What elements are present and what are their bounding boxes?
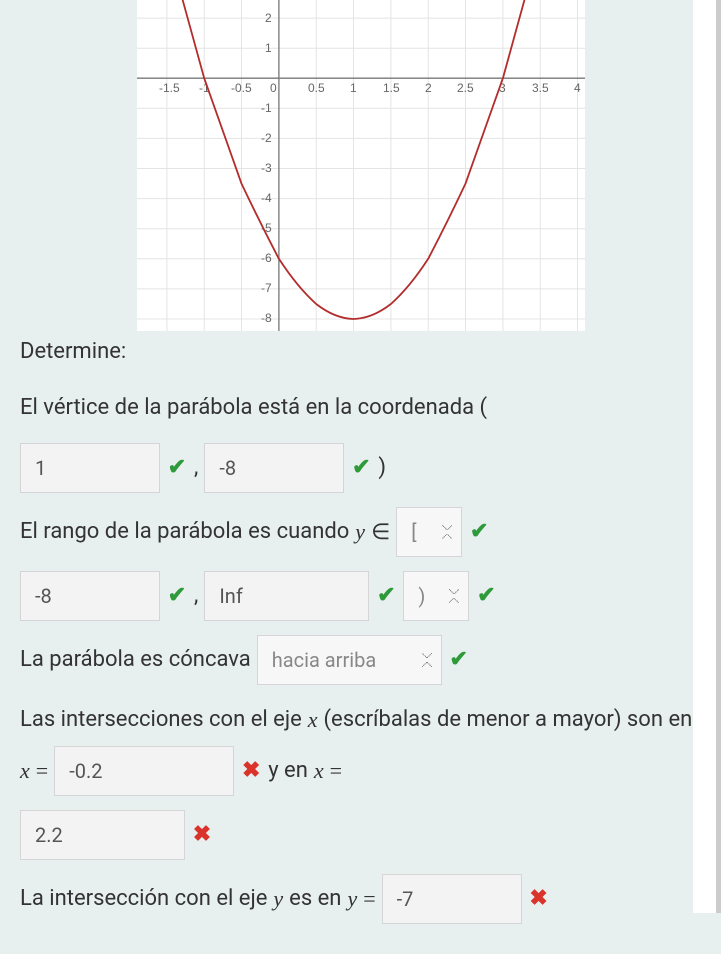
svg-text:2.5: 2.5	[457, 81, 474, 95]
svg-text:4: 4	[574, 81, 581, 95]
svg-text:0.5: 0.5	[308, 81, 325, 95]
xint1-input[interactable]	[54, 746, 234, 796]
determine-heading: Determine:	[20, 331, 701, 373]
xints-text-a: Las intersecciones con el eje	[20, 699, 302, 741]
yint-text2: es en	[289, 878, 341, 920]
range-text: El rango de la parábola es cuando	[20, 511, 349, 553]
svg-text:-6: -6	[261, 251, 272, 265]
chart-svg: -1.5 -1 -0.5 0 0.5 1 1.5 2 2.5 3 3.5 4 2…	[137, 0, 585, 331]
scrollbar[interactable]	[716, 0, 721, 913]
y-eq: y	[347, 878, 357, 920]
svg-text:-3: -3	[261, 161, 272, 175]
right-bracket-select[interactable]: )	[403, 571, 469, 621]
yint-row: La intersección con el eje y es en y = ✖	[20, 874, 701, 924]
y-var2: y	[273, 878, 283, 920]
svg-text:-4: -4	[261, 191, 272, 205]
vertex-row: El vértice de la parábola está en la coo…	[20, 387, 701, 429]
comma: ,	[194, 575, 198, 617]
y-and: y en	[268, 750, 308, 792]
cross-icon: ✖	[528, 878, 550, 920]
range-row: El rango de la parábola es cuando y ∈ [ …	[20, 507, 701, 557]
svg-text:1: 1	[350, 81, 357, 95]
x-eq: x	[20, 750, 30, 792]
svg-text:-0.5: -0.5	[231, 81, 252, 95]
svg-text:2: 2	[425, 81, 432, 95]
svg-text:-1.5: -1.5	[159, 81, 180, 95]
svg-text:2: 2	[265, 11, 272, 25]
vertex-y-input[interactable]	[204, 443, 344, 493]
range-high-input[interactable]	[204, 571, 369, 621]
x-var2: x	[314, 750, 324, 792]
svg-text:0: 0	[270, 81, 277, 95]
check-icon: ✔	[375, 575, 397, 617]
vertex-text: El vértice de la parábola está en la coo…	[20, 387, 487, 429]
check-icon: ✔	[475, 575, 497, 617]
svg-text:3.5: 3.5	[532, 81, 549, 95]
yint-text: La intersección con el eje	[20, 878, 267, 920]
y-var: y	[355, 511, 365, 553]
comma: ,	[194, 447, 198, 489]
yint-input[interactable]	[382, 874, 522, 924]
vertex-x-input[interactable]	[20, 443, 160, 493]
check-icon: ✔	[166, 447, 188, 489]
concave-text: La parábola es cóncava	[20, 639, 251, 681]
svg-text:-7: -7	[261, 281, 272, 295]
vertex-inputs: ✔ , ✔ )	[20, 443, 701, 493]
svg-text:-8: -8	[261, 311, 272, 325]
svg-text:1.5: 1.5	[383, 81, 400, 95]
check-icon: ✔	[166, 575, 188, 617]
cross-icon: ✖	[240, 750, 262, 792]
concavity-select[interactable]: hacia arriba	[257, 635, 442, 685]
cross-icon: ✖	[191, 814, 213, 856]
range-low-input[interactable]	[20, 571, 160, 621]
xint2-input[interactable]	[20, 810, 185, 860]
check-icon: ✔	[468, 511, 490, 553]
element-of: ∈	[371, 511, 390, 553]
question-body: Determine: El vértice de la parábola est…	[0, 331, 721, 954]
x-var: x	[308, 699, 318, 741]
xints-text-b: (escríbalas de menor a mayor) son en	[324, 699, 693, 741]
gridlines	[137, 0, 585, 331]
svg-text:1: 1	[265, 41, 272, 55]
left-bracket-select[interactable]: [	[396, 507, 462, 557]
check-icon: ✔	[448, 639, 470, 681]
xint2-row: ✖	[20, 810, 701, 860]
check-icon: ✔	[350, 447, 372, 489]
concavity-row: La parábola es cóncava hacia arriba ✔	[20, 635, 701, 685]
range-inputs: ✔ , ✔ ) ✔	[20, 571, 701, 621]
parabola-chart: -1.5 -1 -0.5 0 0.5 1 1.5 2 2.5 3 3.5 4 2…	[137, 0, 585, 331]
svg-text:-2: -2	[261, 131, 272, 145]
close-paren: )	[378, 447, 386, 489]
svg-text:-1: -1	[261, 101, 272, 115]
xints-row: Las intersecciones con el eje x (escríba…	[20, 699, 701, 797]
